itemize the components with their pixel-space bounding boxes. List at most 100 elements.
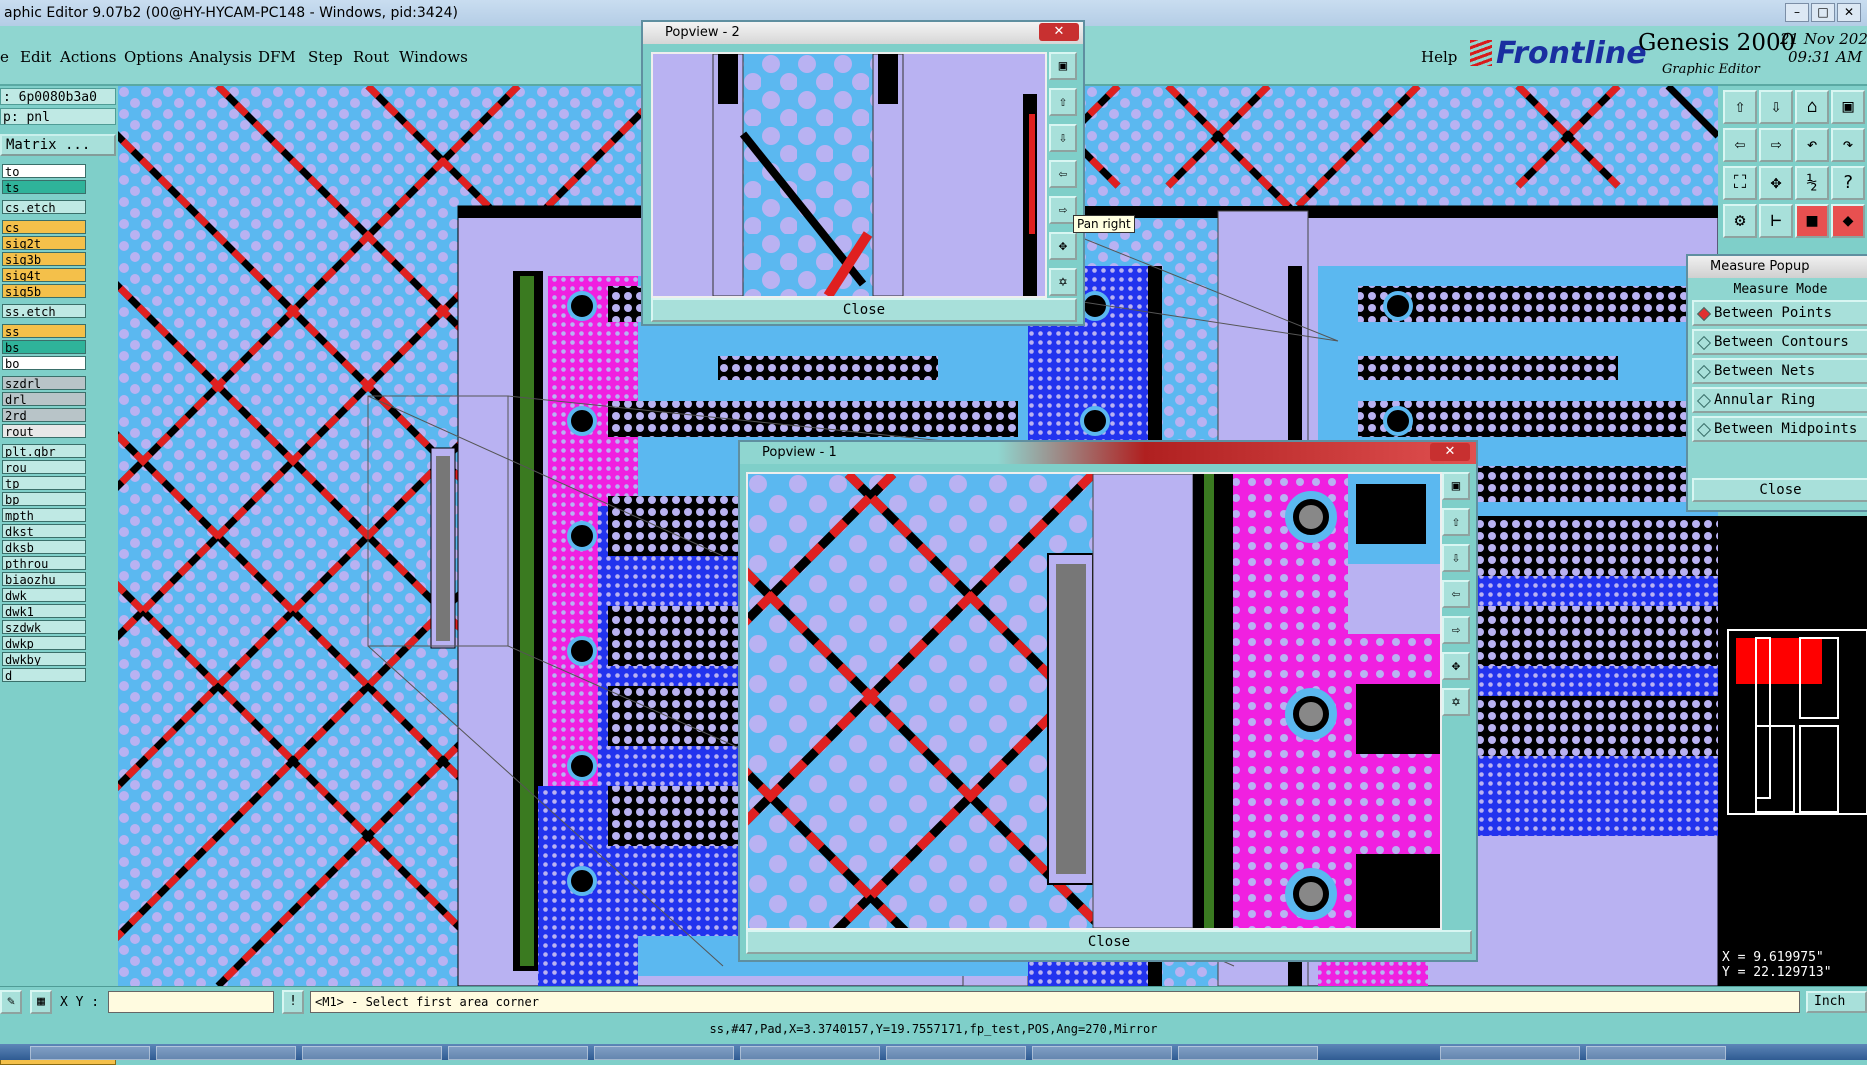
layer-item[interactable]: sig4t	[2, 268, 86, 282]
layer-item[interactable]: plt.gbr	[2, 444, 86, 458]
popview-2-fit-icon[interactable]: ✥	[1049, 232, 1077, 260]
menu-rout[interactable]: Rout	[353, 48, 389, 66]
popview-1-center-icon[interactable]: ✡	[1442, 688, 1470, 716]
redo-icon[interactable]: ↷	[1831, 128, 1865, 162]
units-select[interactable]: Inch	[1806, 991, 1867, 1013]
help-icon[interactable]: ?	[1831, 166, 1865, 200]
undo-icon[interactable]: ↶	[1795, 128, 1829, 162]
popview-2-pan-left-icon[interactable]: ⇦	[1049, 160, 1077, 188]
popview-2-close-button[interactable]: Close	[651, 298, 1077, 322]
taskbar-item[interactable]	[1440, 1046, 1580, 1060]
popview-1-title-bar[interactable]: Popview - 1	[740, 442, 1476, 464]
snap-icon[interactable]: ◆	[1831, 204, 1865, 238]
layer-icon[interactable]: ■	[1795, 204, 1829, 238]
popview-1-pan-up-icon[interactable]: ⇧	[1442, 508, 1470, 536]
layer-item[interactable]: dwkp	[2, 636, 86, 650]
layer-item[interactable]: dwkby	[2, 652, 86, 666]
layer-item[interactable]: sig2t	[2, 236, 86, 250]
alert-icon[interactable]: !	[282, 990, 304, 1014]
xy-input[interactable]	[108, 991, 274, 1013]
layer-item[interactable]: rout	[2, 424, 86, 438]
popview-1-pan-right-icon[interactable]: ⇨	[1442, 616, 1470, 644]
menu-edit[interactable]: Edit	[20, 48, 51, 66]
menu-analysis[interactable]: Analysis	[189, 48, 252, 66]
popview-1-close-icon[interactable]: ✕	[1430, 443, 1470, 461]
layer-item[interactable]: rou	[2, 460, 86, 474]
popview-2-pan-down-icon[interactable]: ⇩	[1049, 124, 1077, 152]
popview-2-view[interactable]	[651, 52, 1047, 298]
measure-icon[interactable]: ⊢	[1759, 204, 1793, 238]
layer-item[interactable]: mpth	[2, 508, 86, 522]
menu-step[interactable]: Step	[308, 48, 343, 66]
taskbar-item[interactable]	[886, 1046, 1026, 1060]
menu-help[interactable]: Help	[1421, 48, 1457, 66]
taskbar-item[interactable]	[448, 1046, 588, 1060]
overview-map[interactable]: X = 9.619975" Y = 22.129713"	[1718, 516, 1867, 986]
layer-item[interactable]: bs	[2, 340, 86, 354]
close-window-button[interactable]: ✕	[1837, 3, 1861, 22]
popview-2-center-icon[interactable]: ✡	[1049, 268, 1077, 296]
zoom-fit-icon[interactable]: ⛶	[1723, 166, 1757, 200]
taskbar-item[interactable]	[740, 1046, 880, 1060]
layer-item[interactable]: dwk	[2, 588, 86, 602]
layer-item[interactable]: dkst	[2, 524, 86, 538]
taskbar-item[interactable]	[594, 1046, 734, 1060]
measure-option-annular-ring[interactable]: Annular Ring	[1692, 387, 1867, 413]
layer-item[interactable]: d	[2, 668, 86, 682]
taskbar-item[interactable]	[1586, 1046, 1726, 1060]
layer-item[interactable]: cs	[2, 220, 86, 234]
minimize-button[interactable]: –	[1785, 3, 1809, 22]
grid-icon[interactable]: ▦	[30, 990, 52, 1014]
measure-popup-title-bar[interactable]: Measure Popup	[1688, 256, 1867, 278]
layer-item[interactable]: cs.etch	[2, 200, 86, 214]
layer-item[interactable]: bp	[2, 492, 86, 506]
popview-2-pan-up-icon[interactable]: ⇧	[1049, 88, 1077, 116]
pan-left-icon[interactable]: ⇦	[1723, 128, 1757, 162]
popview-2-close-icon[interactable]: ✕	[1039, 23, 1079, 41]
popview-1-zoom-icon[interactable]: ▣	[1442, 472, 1470, 500]
menu-options[interactable]: Options	[124, 48, 183, 66]
pen-icon[interactable]: ✎	[0, 990, 22, 1014]
home-icon[interactable]: ⌂	[1795, 90, 1829, 124]
measure-close-button[interactable]: Close	[1692, 478, 1867, 502]
layer-item[interactable]: sig3b	[2, 252, 86, 266]
window-icon[interactable]: ▣	[1831, 90, 1865, 124]
layer-item[interactable]: 2rd	[2, 408, 86, 422]
menu-windows[interactable]: Windows	[399, 48, 468, 66]
layer-item[interactable]: ss.etch	[2, 304, 86, 318]
layer-item[interactable]: dksb	[2, 540, 86, 554]
popview-1-fit-icon[interactable]: ✥	[1442, 652, 1470, 680]
measure-option-between-points[interactable]: Between Points	[1692, 300, 1867, 326]
popview-1-pan-down-icon[interactable]: ⇩	[1442, 544, 1470, 572]
pan-right-icon[interactable]: ⇨	[1759, 128, 1793, 162]
popview-2-zoom-icon[interactable]: ▣	[1049, 52, 1077, 80]
measure-option-between-midpoints[interactable]: Between Midpoints	[1692, 416, 1867, 442]
popview-1-close-button[interactable]: Close	[746, 930, 1472, 954]
pan-down-icon[interactable]: ⇩	[1759, 90, 1793, 124]
popview-1-view[interactable]	[746, 472, 1442, 930]
layer-item[interactable]: drl	[2, 392, 86, 406]
matrix-button[interactable]: Matrix ...	[0, 134, 116, 156]
taskbar-item[interactable]	[302, 1046, 442, 1060]
layer-item[interactable]: szdwk	[2, 620, 86, 634]
taskbar-item[interactable]	[30, 1046, 150, 1060]
menu-file[interactable]: e	[0, 48, 9, 66]
menu-actions[interactable]: Actions	[60, 48, 116, 66]
taskbar-item[interactable]	[156, 1046, 296, 1060]
layer-item[interactable]: pthrou	[2, 556, 86, 570]
layer-item[interactable]: bo	[2, 356, 86, 370]
layer-item[interactable]: to	[2, 164, 86, 178]
zoom-one-to-two-icon[interactable]: ½	[1795, 166, 1829, 200]
popview-1-pan-left-icon[interactable]: ⇦	[1442, 580, 1470, 608]
taskbar-item[interactable]	[1032, 1046, 1172, 1060]
measure-option-between-nets[interactable]: Between Nets	[1692, 358, 1867, 384]
layer-item[interactable]: biaozhu	[2, 572, 86, 586]
home-view-icon[interactable]: ⇧	[1723, 90, 1757, 124]
settings-icon[interactable]: ⚙	[1723, 204, 1757, 238]
popview-2-title-bar[interactable]: Popview - 2	[643, 22, 1083, 44]
layer-item[interactable]: ss	[2, 324, 86, 338]
layer-item[interactable]: ts	[2, 180, 86, 194]
zoom-area-icon[interactable]: ✥	[1759, 166, 1793, 200]
layer-item[interactable]: sig5b	[2, 284, 86, 298]
menu-dfm[interactable]: DFM	[258, 48, 296, 66]
